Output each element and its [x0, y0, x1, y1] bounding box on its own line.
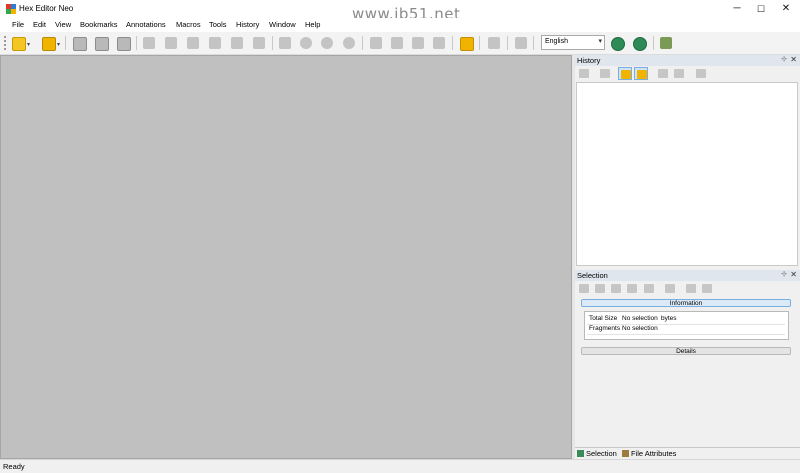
toolbar-separator — [272, 36, 273, 50]
save-all-icon[interactable] — [115, 35, 131, 51]
info-unit: bytes — [661, 315, 677, 322]
history-sort-icon[interactable] — [672, 67, 686, 80]
menu-macros[interactable]: Macros — [176, 20, 201, 29]
app-logo-icon — [6, 4, 16, 14]
select-copy-icon[interactable] — [609, 282, 623, 295]
information-header[interactable]: Information — [581, 299, 791, 307]
chevron-down-icon: ▾ — [598, 38, 602, 45]
close-icon[interactable]: ✕ — [790, 55, 797, 64]
main-toolbar: ▾ ▾ — [0, 32, 800, 55]
tab-selection-label: Selection — [586, 449, 617, 458]
select-block-icon[interactable] — [593, 282, 607, 295]
selection-tab-icon — [577, 450, 584, 457]
details-header[interactable]: Details — [581, 347, 791, 355]
paste-icon[interactable] — [229, 35, 245, 51]
file-attributes-tab-icon — [622, 450, 629, 457]
status-text: Ready — [3, 462, 25, 471]
history-list[interactable] — [576, 82, 798, 266]
toolbar-grip[interactable] — [4, 36, 8, 50]
fit-icon[interactable] — [458, 35, 474, 51]
menu-view[interactable]: View — [55, 20, 71, 29]
history-filter-icon[interactable] — [656, 67, 670, 80]
select-export-icon[interactable] — [684, 282, 698, 295]
history-panel-header: History ⊹ ✕ — [575, 55, 800, 66]
toolbar-separator — [452, 36, 453, 50]
redo-icon[interactable] — [163, 35, 179, 51]
history-panel: History ⊹ ✕ — [575, 55, 800, 269]
toolbar-separator — [653, 36, 654, 50]
find-icon[interactable] — [277, 35, 293, 51]
cut-icon[interactable] — [185, 35, 201, 51]
selection-panel: Selection ⊹ ✕ Information Total Size No … — [575, 270, 800, 447]
globe-update-icon[interactable] — [609, 35, 625, 51]
select-hand-icon[interactable] — [663, 282, 677, 295]
select-all-icon[interactable] — [577, 282, 591, 295]
toolbar-separator — [507, 36, 508, 50]
select-fill-icon[interactable] — [642, 282, 656, 295]
dual-view-icon[interactable] — [513, 35, 529, 51]
encoding-icon[interactable] — [486, 35, 502, 51]
info-value: No selection — [622, 325, 658, 332]
toolbar-separator — [136, 36, 137, 50]
language-select[interactable]: English ▾ — [541, 35, 605, 50]
properties-icon[interactable] — [410, 35, 426, 51]
pin-icon[interactable]: ⊹ — [781, 270, 787, 278]
tab-selection[interactable]: Selection — [577, 449, 617, 459]
window-title: Hex Editor Neo — [19, 4, 74, 13]
copy-icon[interactable] — [207, 35, 223, 51]
toolbar-separator — [479, 36, 480, 50]
tab-file-attributes-label: File Attributes — [631, 449, 677, 458]
menu-bar: File Edit View Bookmarks Annotations Mac… — [0, 18, 800, 32]
open-file-icon[interactable]: ▾ — [40, 35, 60, 51]
toolbar-separator — [362, 36, 363, 50]
toolbar-separator — [65, 36, 66, 50]
menu-history[interactable]: History — [236, 20, 259, 29]
menu-file[interactable]: File — [12, 20, 24, 29]
select-hex-icon[interactable] — [625, 282, 639, 295]
history-panel-title: History — [577, 56, 601, 65]
info-label: Fragments — [589, 325, 621, 332]
new-file-icon[interactable]: ▾ — [10, 35, 30, 51]
history-undo-icon[interactable] — [577, 67, 591, 80]
pin-icon[interactable]: ⊹ — [781, 55, 787, 63]
menu-help[interactable]: Help — [305, 20, 320, 29]
find-previous-icon[interactable] — [341, 35, 357, 51]
history-export-icon[interactable] — [694, 67, 708, 80]
editor-area[interactable] — [0, 55, 572, 459]
tools-icon[interactable] — [658, 35, 674, 51]
toolbar-separator — [533, 36, 534, 50]
selection-panel-title: Selection — [577, 271, 608, 280]
tab-file-attributes[interactable]: File Attributes — [622, 449, 676, 459]
save-icon[interactable] — [71, 35, 87, 51]
replace-icon[interactable] — [368, 35, 384, 51]
title-bar: Hex Editor Neo www.jb51.net ─ ☐ ✕ — [0, 0, 800, 23]
menu-annotations[interactable]: Annotations — [126, 20, 166, 29]
selection-panel-header: Selection ⊹ ✕ — [575, 270, 800, 281]
zoom-icon[interactable] — [298, 35, 314, 51]
close-icon[interactable]: ✕ — [790, 270, 797, 279]
info-label: Total Size — [589, 315, 618, 322]
info-value: No selection — [622, 315, 658, 322]
close-button[interactable]: ✕ — [772, 0, 800, 18]
maximize-button[interactable]: ☐ — [747, 0, 775, 18]
undo-icon[interactable] — [141, 35, 157, 51]
fill-icon[interactable] — [251, 35, 267, 51]
columns-icon[interactable] — [431, 35, 447, 51]
information-table: Total Size No selection bytes Fragments … — [584, 311, 789, 340]
table-row: Fragments No selection — [587, 324, 785, 335]
history-mode-b-icon[interactable] — [634, 67, 648, 80]
menu-window[interactable]: Window — [269, 20, 296, 29]
menu-tools[interactable]: Tools — [209, 20, 227, 29]
globe-web-icon[interactable] — [631, 35, 647, 51]
select-import-icon[interactable] — [700, 282, 714, 295]
replace-next-icon[interactable] — [389, 35, 405, 51]
menu-bookmarks[interactable]: Bookmarks — [80, 20, 118, 29]
status-bar: Ready — [0, 459, 800, 473]
menu-edit[interactable]: Edit — [33, 20, 46, 29]
history-mode-a-icon[interactable] — [618, 67, 632, 80]
save-as-icon[interactable] — [93, 35, 109, 51]
find-next-icon[interactable] — [319, 35, 335, 51]
language-select-value: English — [545, 38, 568, 45]
history-delete-icon[interactable] — [598, 67, 612, 80]
